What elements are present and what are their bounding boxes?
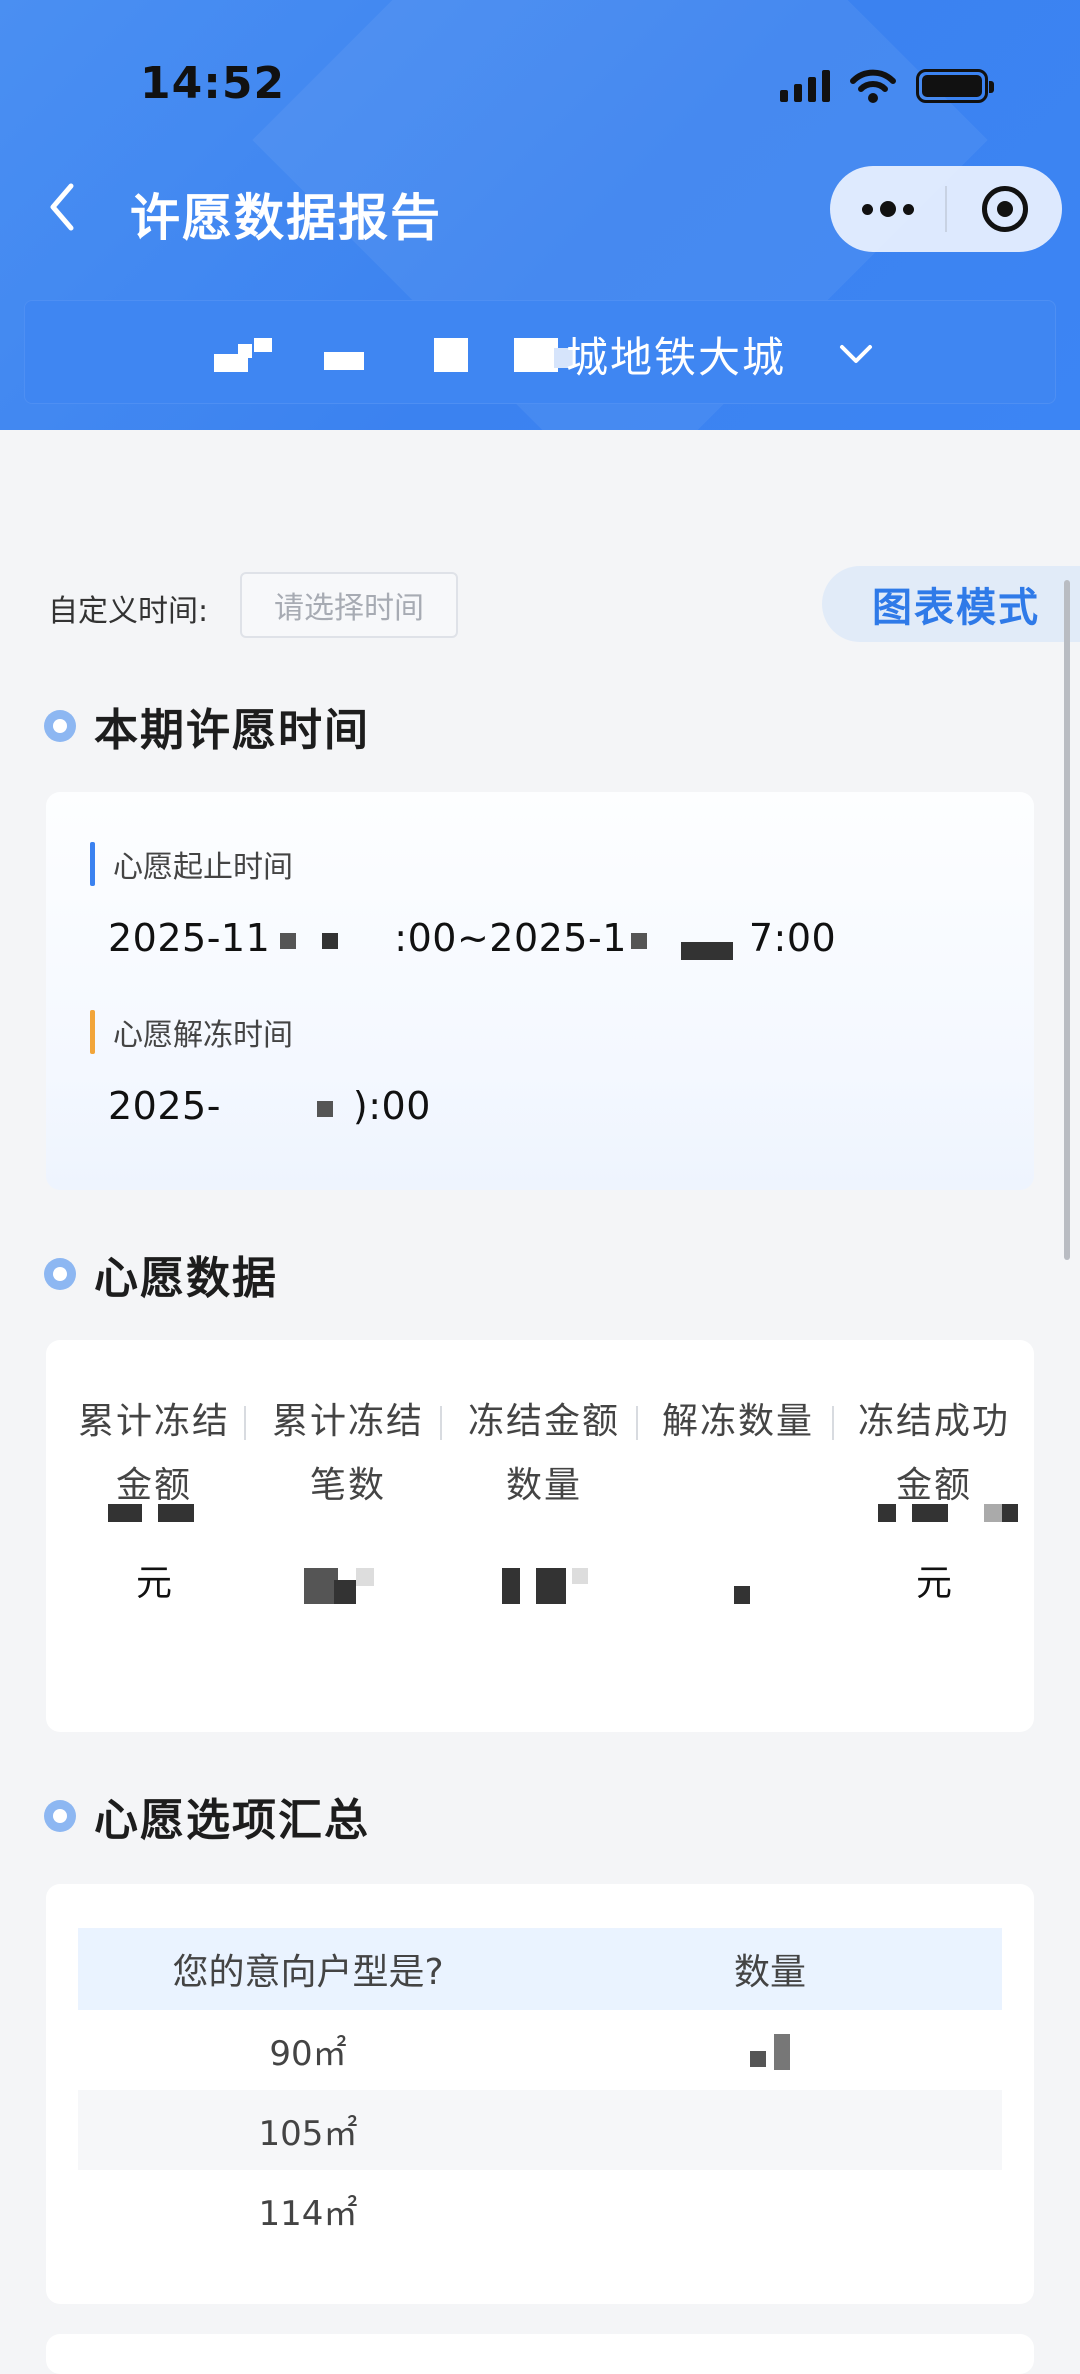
unfreeze-value: 2025-):00 (108, 1084, 431, 1128)
wifi-icon (850, 69, 896, 103)
section-title-wish-data: 心愿数据 (44, 1244, 278, 1304)
wish-range-label: 心愿起止时间 (90, 842, 293, 886)
option-type: 105㎡ (78, 2090, 538, 2170)
signal-icon (780, 70, 830, 102)
redacted-mosaic (334, 1580, 356, 1604)
stat-divider (244, 1406, 246, 1440)
redacted-mosaic (1002, 1504, 1018, 1522)
time-picker-input[interactable]: 请选择时间 (240, 572, 458, 638)
redacted-mosaic (912, 1504, 948, 1522)
section-bullet-icon (44, 1258, 76, 1290)
more-icon (861, 201, 914, 217)
target-icon (981, 186, 1028, 232)
project-selector[interactable]: 城地铁大城 (24, 300, 1056, 404)
page-title: 许愿数据报告 (130, 189, 442, 247)
wish-data-card: 累计冻结金额 累计冻结笔数 冻结金额数量 解冻数量 冻结成功金额 元 元 (46, 1340, 1034, 1732)
option-count (538, 2010, 1002, 2090)
next-card (46, 2334, 1034, 2374)
back-button[interactable] (40, 180, 84, 234)
close-miniprogram-button[interactable] (947, 166, 1062, 252)
table-header-row: 您的意向户型是? 数量 (78, 1928, 1002, 2010)
redacted-mosaic (356, 1568, 374, 1586)
label-accent-bar (90, 1010, 95, 1054)
section-title-options: 心愿选项汇总 (44, 1786, 370, 1846)
options-card: 您的意向户型是? 数量 90㎡ 105㎡ 114㎡ (46, 1884, 1034, 2304)
stat-unit-total-frozen-amount: 元 (135, 1563, 172, 1604)
chevron-left-icon (50, 183, 74, 231)
section-bullet-icon (44, 1800, 76, 1832)
wish-range-value: 2025-11:00~2025-1 7:00 (108, 916, 837, 960)
unfreeze-label: 心愿解冻时间 (90, 1010, 293, 1054)
stat-divider (832, 1406, 834, 1440)
redacted-mosaic (572, 1568, 588, 1584)
stat-divider (440, 1406, 442, 1440)
more-button[interactable] (830, 166, 945, 252)
stat-label-frozen-amount-quantity: 冻结金额数量 (467, 1401, 620, 1506)
table-row: 90㎡ (78, 2010, 1002, 2090)
status-time: 14:52 (140, 58, 286, 109)
battery-icon (916, 69, 994, 103)
scrollbar[interactable] (1064, 580, 1070, 1260)
stat-label-unfreeze-count: 解冻数量 (661, 1401, 814, 1442)
section-bullet-icon (44, 710, 76, 742)
stat-label-total-frozen-count: 累计冻结笔数 (271, 1401, 424, 1506)
table-header-option: 您的意向户型是? (78, 1928, 538, 2010)
table-row: 114㎡ (78, 2170, 1002, 2250)
redacted-mosaic (984, 1504, 1004, 1522)
redacted-mosaic (536, 1568, 566, 1604)
table-row: 105㎡ (78, 2090, 1002, 2170)
option-type: 114㎡ (258, 2193, 358, 2234)
project-name: 城地铁大城 (566, 333, 787, 382)
table-header-count: 数量 (538, 1928, 1002, 2010)
header: 14:52 许愿数据报告 城地铁大城 (0, 0, 1080, 430)
chart-mode-button[interactable]: 图表模式 (822, 566, 1080, 642)
redacted-mosaic (158, 1504, 194, 1522)
stat-divider (636, 1406, 638, 1440)
time-filter-row: 自定义时间: 请选择时间 图表模式 (0, 566, 1080, 642)
mini-program-capsule (830, 166, 1062, 252)
redacted-mosaic (304, 1568, 338, 1604)
period-card: 心愿起止时间 2025-11:00~2025-1 7:00 心愿解冻时间 2025… (46, 792, 1034, 1190)
redacted-mosaic (108, 1504, 142, 1522)
option-count (538, 2090, 1002, 2170)
status-icons (780, 66, 994, 106)
chevron-down-icon (840, 345, 872, 363)
option-type: 90㎡ (269, 2033, 347, 2074)
stat-label-total-frozen-amount: 累计冻结金额 (77, 1401, 230, 1506)
option-count (538, 2170, 1002, 2250)
redacted-mosaic (878, 1504, 896, 1522)
label-accent-bar (90, 842, 95, 886)
stat-label-frozen-success-amount: 冻结成功金额 (857, 1401, 1010, 1506)
section-title-period: 本期许愿时间 (44, 696, 370, 756)
redacted-mosaic (502, 1568, 520, 1604)
stat-unit-frozen-success-amount: 元 (915, 1563, 952, 1604)
custom-time-label: 自定义时间: (48, 594, 209, 629)
options-table: 您的意向户型是? 数量 90㎡ 105㎡ 114㎡ (78, 1928, 1002, 2250)
redacted-mosaic (734, 1586, 750, 1604)
